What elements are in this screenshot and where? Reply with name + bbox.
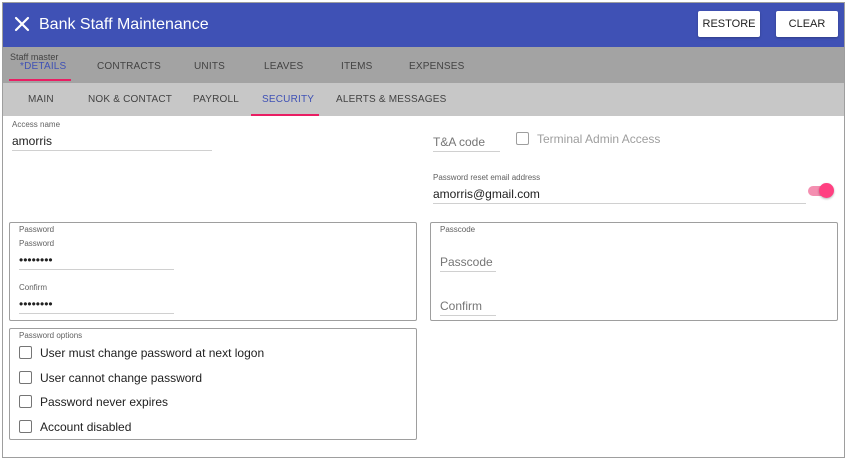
password-underline (19, 269, 174, 270)
tab-nok-contact[interactable]: NOK & CONTACT (88, 94, 172, 105)
must-change-password-label: User must change password at next logon (40, 346, 265, 360)
ta-code-input[interactable]: T&A code (433, 135, 485, 149)
password-group: Password Password •••••••• Confirm •••••… (9, 222, 417, 321)
reset-email-toggle[interactable] (808, 183, 834, 199)
active-subtab-indicator (251, 114, 319, 116)
confirm-passcode-input[interactable]: Confirm (440, 299, 482, 313)
password-never-expires-checkbox[interactable] (19, 395, 32, 408)
password-options-group: Password options User must change passwo… (9, 328, 417, 440)
terminal-admin-checkbox[interactable] (516, 132, 529, 145)
terminal-admin-label: Terminal Admin Access (537, 132, 661, 146)
tab-payroll[interactable]: PAYROLL (193, 94, 239, 105)
bank-staff-maintenance-dialog: Bank Staff Maintenance RESTORE CLEAR Sta… (2, 2, 845, 458)
reset-email-input[interactable]: amorris@gmail.com (433, 187, 540, 201)
title-bar: Bank Staff Maintenance RESTORE CLEAR (3, 3, 844, 47)
restore-button[interactable]: RESTORE (698, 11, 760, 37)
tab-units[interactable]: UNITS (194, 61, 225, 72)
tab-main[interactable]: MAIN (28, 94, 54, 105)
secondary-tab-bar: MAIN NOK & CONTACT PAYROLL SECURITY ALER… (3, 83, 844, 116)
passcode-input[interactable]: Passcode (440, 255, 493, 269)
cannot-change-password-checkbox[interactable] (19, 371, 32, 384)
password-never-expires-label: Password never expires (40, 395, 169, 409)
confirm-password-label: Confirm (19, 283, 48, 292)
confirm-password-input[interactable]: •••••••• (19, 297, 53, 311)
password-label: Password (19, 239, 55, 248)
toggle-thumb (819, 183, 834, 198)
ta-code-underline (433, 151, 500, 152)
passcode-underline (440, 271, 496, 272)
tab-items[interactable]: ITEMS (341, 61, 373, 72)
tab-alerts-messages[interactable]: ALERTS & MESSAGES (336, 94, 446, 105)
passcode-group-title: Passcode (440, 225, 476, 234)
password-options-title: Password options (19, 331, 83, 340)
access-name-input[interactable]: amorris (12, 134, 52, 148)
confirm-passcode-underline (440, 315, 496, 316)
close-icon[interactable] (12, 14, 32, 34)
reset-email-label: Password reset email address (433, 173, 541, 182)
access-name-underline (12, 150, 212, 151)
tab-details[interactable]: *DETAILS (20, 61, 66, 72)
reset-email-underline (433, 203, 806, 204)
active-tab-indicator (9, 79, 71, 81)
primary-tab-bar: Staff master *DETAILS CONTRACTS UNITS LE… (3, 47, 844, 83)
access-name-label: Access name (12, 120, 61, 129)
tab-leaves[interactable]: LEAVES (264, 61, 303, 72)
tab-contracts[interactable]: CONTRACTS (97, 61, 161, 72)
page-title: Bank Staff Maintenance (39, 16, 209, 33)
tab-expenses[interactable]: EXPENSES (409, 61, 465, 72)
password-group-title: Password (19, 225, 55, 234)
clear-button[interactable]: CLEAR (776, 11, 838, 37)
cannot-change-password-label: User cannot change password (40, 371, 203, 385)
must-change-password-checkbox[interactable] (19, 346, 32, 359)
passcode-group: Passcode Passcode Confirm (430, 222, 838, 321)
tab-security[interactable]: SECURITY (262, 94, 314, 105)
account-disabled-checkbox[interactable] (19, 420, 32, 433)
account-disabled-label: Account disabled (40, 420, 132, 434)
confirm-password-underline (19, 313, 174, 314)
password-input[interactable]: •••••••• (19, 253, 53, 267)
